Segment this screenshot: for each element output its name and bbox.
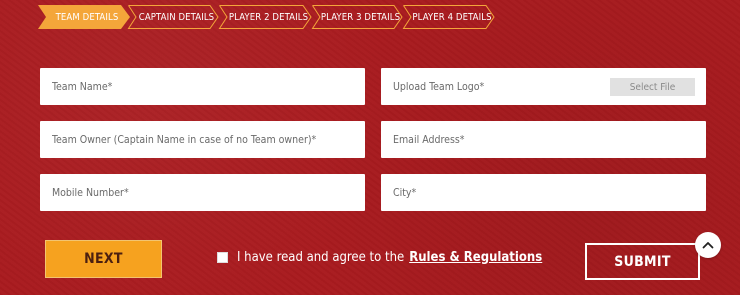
tab-label: PLAYER 3 DETAILS: [320, 11, 401, 23]
city-input[interactable]: [381, 174, 706, 211]
chevron-up-icon: [702, 242, 714, 249]
tab-player-4-details[interactable]: PLAYER 4 DETAILS: [402, 5, 495, 29]
mobile-number-input[interactable]: [40, 174, 365, 211]
tab-player-2-details[interactable]: PLAYER 2 DETAILS: [218, 5, 312, 29]
mobile-number-field: [40, 174, 365, 211]
next-button[interactable]: NEXT: [45, 240, 162, 278]
rules-regulations-link[interactable]: Rules & Regulations: [409, 250, 542, 265]
city-field: [381, 174, 706, 211]
agree-checkbox[interactable]: [217, 251, 228, 263]
agree-terms: I have read and agree to the Rules & Reg…: [217, 247, 542, 267]
tab-captain-details[interactable]: CAPTAIN DETAILS: [127, 5, 219, 29]
tab-label: PLAYER 4 DETAILS: [412, 11, 492, 23]
team-owner-field: [40, 121, 365, 158]
team-owner-input[interactable]: [40, 121, 365, 158]
tab-team-details[interactable]: TEAM DETAILS: [38, 5, 130, 29]
email-input[interactable]: [381, 121, 706, 158]
tab-label: CAPTAIN DETAILS: [138, 11, 215, 23]
tab-label: PLAYER 2 DETAILS: [228, 11, 309, 23]
team-logo-field: Select File: [381, 68, 706, 105]
team-name-input[interactable]: [40, 68, 365, 105]
select-file-button[interactable]: Select File: [610, 78, 695, 96]
team-name-field: [40, 68, 365, 105]
tab-player-3-details[interactable]: PLAYER 3 DETAILS: [311, 5, 403, 29]
email-field: [381, 121, 706, 158]
submit-button[interactable]: SUBMIT: [585, 243, 700, 280]
tab-label: TEAM DETAILS: [55, 11, 119, 23]
agree-text: I have read and agree to the: [237, 249, 405, 265]
scroll-to-top-button[interactable]: [695, 232, 721, 258]
